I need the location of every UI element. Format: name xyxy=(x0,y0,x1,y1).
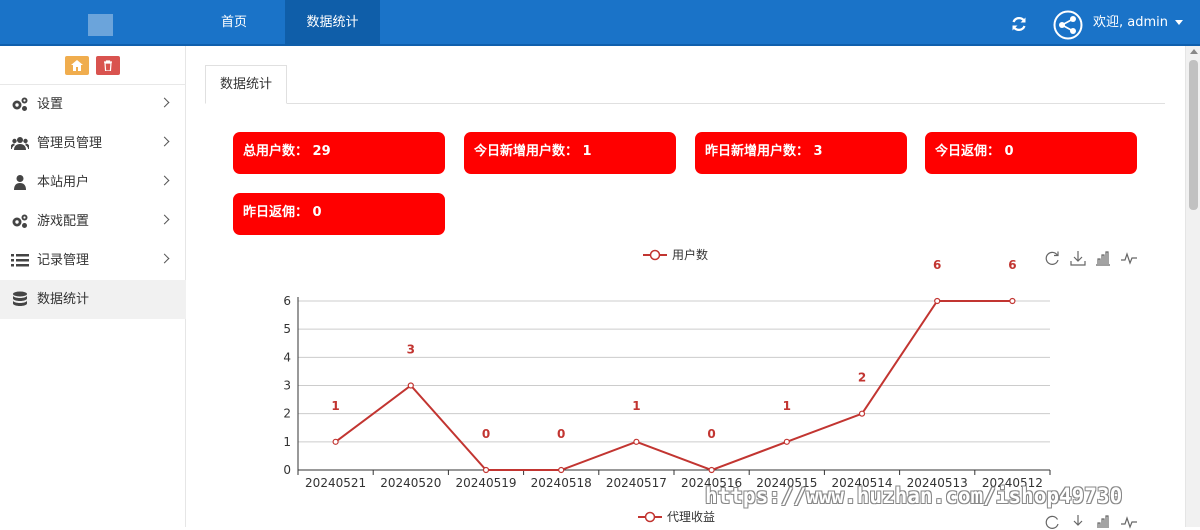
data-label: 0 xyxy=(557,427,565,441)
user-menu[interactable]: 欢迎, admin xyxy=(1093,0,1184,46)
y-tick-label: 1 xyxy=(283,435,291,449)
sidebar-item-data-stats[interactable]: 数据统计 xyxy=(0,280,186,319)
line-chart-icon[interactable] xyxy=(1121,250,1137,266)
restore-icon[interactable] xyxy=(1044,514,1060,530)
scrollbar-thumb[interactable] xyxy=(1189,60,1198,210)
x-tick-label: 20240520 xyxy=(380,476,441,490)
list-icon xyxy=(11,254,29,267)
x-tick-label: 20240519 xyxy=(455,476,516,490)
data-label: 0 xyxy=(707,427,715,441)
y-tick-label: 2 xyxy=(283,407,291,421)
download-icon[interactable] xyxy=(1070,250,1086,266)
avatar[interactable] xyxy=(1053,10,1083,40)
stat-total-users: 总用户数： 29 xyxy=(233,132,445,174)
data-point xyxy=(633,438,640,445)
line-chart-icon[interactable] xyxy=(1121,514,1137,530)
home-quick-button[interactable] xyxy=(65,56,89,75)
sidebar-item-label: 记录管理 xyxy=(37,253,90,268)
user-icon xyxy=(14,175,26,190)
x-tick-label: 20240518 xyxy=(531,476,592,490)
data-label: 1 xyxy=(331,399,339,413)
data-point xyxy=(407,382,414,389)
bar-chart-icon[interactable] xyxy=(1095,514,1111,530)
sidebar-item-label: 设置 xyxy=(37,97,64,112)
data-label: 3 xyxy=(407,343,415,357)
tab-bar-line xyxy=(205,103,1165,104)
data-point xyxy=(858,410,866,417)
data-label: 0 xyxy=(482,427,490,441)
chevron-right-icon xyxy=(159,253,170,264)
sidebar-item-label: 管理员管理 xyxy=(37,136,103,151)
gears-icon xyxy=(12,97,28,111)
sidebar-item-label: 游戏配置 xyxy=(37,214,90,229)
data-label: 1 xyxy=(632,399,640,413)
chevron-right-icon xyxy=(159,136,170,147)
stat-today-commission: 今日返佣： 0 xyxy=(925,132,1137,174)
data-label: 2 xyxy=(858,371,866,385)
data-label: 6 xyxy=(1008,258,1016,272)
y-tick-label: 0 xyxy=(283,463,291,477)
data-point xyxy=(332,438,339,445)
legend-label: 用户数 xyxy=(672,248,709,262)
welcome-text: 欢迎, admin xyxy=(1093,15,1168,30)
stat-yesterday-commission: 昨日返佣： 0 xyxy=(233,193,445,235)
y-tick-label: 4 xyxy=(283,350,291,364)
legend-line-icon xyxy=(638,511,662,523)
data-point xyxy=(1009,297,1016,305)
x-tick-label: 20240521 xyxy=(305,476,366,490)
sidebar-item-game-config[interactable]: 游戏配置 xyxy=(0,202,186,241)
database-icon xyxy=(13,291,27,306)
legend-label: 代理收益 xyxy=(667,510,716,524)
data-point xyxy=(934,297,941,305)
data-point xyxy=(482,466,490,474)
sidebar-item-label: 本站用户 xyxy=(37,175,90,190)
watermark: https://www.huzhan.com/ishop49730 xyxy=(705,484,1123,508)
stat-yesterday-new-users: 昨日新增用户数： 3 xyxy=(695,132,907,174)
data-label: 6 xyxy=(933,258,941,272)
x-tick-label: 20240517 xyxy=(606,476,667,490)
sidebar-item-label: 数据统计 xyxy=(37,292,90,307)
nav-home[interactable]: 首页 xyxy=(200,0,268,46)
data-point xyxy=(708,466,715,474)
scroll-up-icon[interactable] xyxy=(1190,49,1198,54)
clear-cache-button[interactable] xyxy=(96,56,120,75)
download-icon[interactable] xyxy=(1070,514,1086,530)
trash-icon xyxy=(104,60,112,71)
stat-today-new-users: 今日新增用户数： 1 xyxy=(464,132,676,174)
sidebar-item-admin-management[interactable]: 管理员管理 xyxy=(0,124,186,163)
bar-chart-icon[interactable] xyxy=(1095,250,1111,266)
sidebar-item-settings[interactable]: 设置 xyxy=(0,85,186,124)
data-label: 1 xyxy=(783,399,791,413)
gears-icon xyxy=(12,214,28,228)
scrollbar[interactable] xyxy=(1185,46,1200,527)
sidebar-item-site-users[interactable]: 本站用户 xyxy=(0,163,186,202)
refresh-icon[interactable] xyxy=(1010,15,1028,33)
caret-down-icon xyxy=(1175,20,1184,25)
y-tick-label: 3 xyxy=(283,379,291,393)
chevron-right-icon xyxy=(159,214,170,225)
nav-data-stats[interactable]: 数据统计 xyxy=(285,0,380,46)
home-icon xyxy=(71,60,83,71)
legend-line-icon xyxy=(643,249,667,261)
data-point xyxy=(783,438,790,445)
users-icon xyxy=(11,137,29,150)
sidebar-item-records[interactable]: 记录管理 xyxy=(0,241,186,280)
chevron-right-icon xyxy=(159,97,170,108)
y-tick-label: 6 xyxy=(283,294,291,308)
tab-data-stats[interactable]: 数据统计 xyxy=(205,65,287,104)
y-tick-label: 5 xyxy=(283,322,291,336)
restore-icon[interactable] xyxy=(1044,250,1060,266)
data-point xyxy=(558,466,565,474)
top-navbar: 首页 数据统计 欢迎, admin xyxy=(0,0,1200,46)
sidebar: 设置 管理员管理 本站用户 游戏配置 记录管理 数据统计 xyxy=(0,46,186,527)
logo[interactable] xyxy=(88,14,113,36)
chevron-right-icon xyxy=(159,175,170,186)
